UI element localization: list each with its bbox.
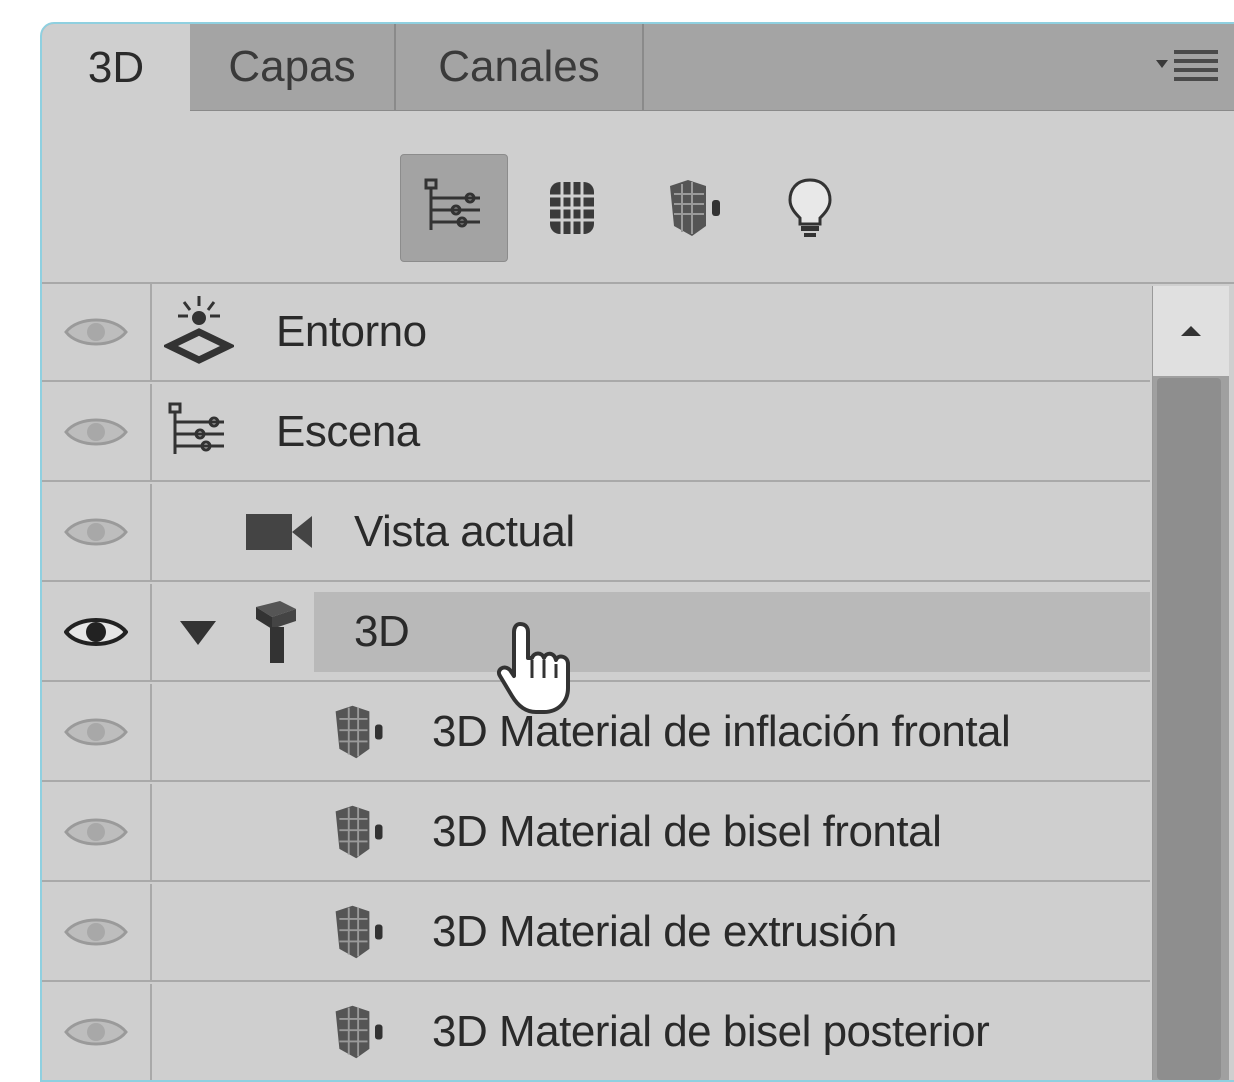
material-icon — [670, 180, 720, 236]
visibility-toggle[interactable] — [42, 884, 152, 980]
layer-label: Escena — [276, 407, 420, 456]
whole-scene-button[interactable] — [400, 154, 508, 262]
visibility-toggle[interactable] — [42, 684, 152, 780]
scroll-thumb[interactable] — [1157, 378, 1221, 1080]
hand-cursor-icon — [492, 618, 592, 718]
list-item[interactable]: 3D Material de extrusión — [42, 884, 1150, 982]
tab-3d[interactable]: 3D — [42, 24, 190, 112]
tab-bar: 3D Capas Canales — [42, 24, 1234, 112]
material-icon — [330, 900, 390, 964]
layer-label: Entorno — [276, 307, 427, 356]
list-item[interactable]: 3D Material de inflación frontal — [42, 684, 1150, 782]
scene-icon — [166, 400, 230, 464]
visibility-toggle[interactable] — [42, 784, 152, 880]
eye-icon — [64, 1018, 128, 1046]
eye-icon — [64, 318, 128, 346]
layer-label: 3D Material de bisel posterior — [432, 1007, 990, 1056]
tab-capas[interactable]: Capas — [190, 24, 396, 110]
list-item[interactable]: 3D — [42, 584, 1150, 682]
filter-toolbar — [42, 112, 1234, 284]
layer-label: Vista actual — [354, 507, 575, 556]
list-item[interactable]: Vista actual — [42, 484, 1150, 582]
scene-icon — [424, 178, 480, 230]
material-icon — [330, 700, 390, 764]
list-item[interactable]: 3D Material de bisel frontal — [42, 784, 1150, 882]
3d-panel: 3D Capas Canales Entorno Escena Vista ac… — [40, 22, 1234, 1082]
eye-icon — [64, 718, 128, 746]
list-item[interactable]: 3D Material de bisel posterior — [42, 984, 1150, 1080]
visibility-toggle[interactable] — [42, 284, 152, 380]
panel-menu-icon[interactable] — [1154, 44, 1224, 90]
scroll-up-button[interactable] — [1153, 286, 1229, 376]
vertical-scrollbar[interactable] — [1152, 286, 1229, 1080]
material-icon — [330, 800, 390, 864]
selection-highlight — [314, 592, 1150, 672]
layer-label: 3D Material de extrusión — [432, 907, 897, 956]
expand-triangle-icon[interactable] — [178, 617, 218, 647]
visibility-toggle[interactable] — [42, 984, 152, 1080]
eye-icon — [64, 418, 128, 446]
material-icon — [330, 1000, 390, 1064]
arrow-up-icon — [1181, 326, 1201, 336]
visibility-toggle[interactable] — [42, 484, 152, 580]
eye-icon — [64, 918, 128, 946]
tab-canales[interactable]: Canales — [396, 24, 644, 110]
layer-list: Entorno Escena Vista actual 3D 3D Materi… — [42, 284, 1150, 1080]
eye-icon — [64, 818, 128, 846]
layer-label: 3D — [354, 607, 410, 656]
meshes-button[interactable] — [518, 154, 626, 262]
mesh-object-icon — [250, 597, 300, 667]
eye-icon — [64, 618, 128, 646]
materials-button[interactable] — [642, 154, 750, 262]
lights-button[interactable] — [756, 154, 864, 262]
environment-icon — [164, 292, 234, 372]
visibility-toggle[interactable] — [42, 584, 152, 680]
eye-icon — [64, 518, 128, 546]
layer-label: 3D Material de bisel frontal — [432, 807, 942, 856]
visibility-toggle[interactable] — [42, 384, 152, 480]
list-item[interactable]: Escena — [42, 384, 1150, 482]
list-item[interactable]: Entorno — [42, 284, 1150, 382]
camera-icon — [244, 510, 314, 554]
light-icon — [788, 178, 832, 237]
mesh-icon — [550, 182, 594, 234]
